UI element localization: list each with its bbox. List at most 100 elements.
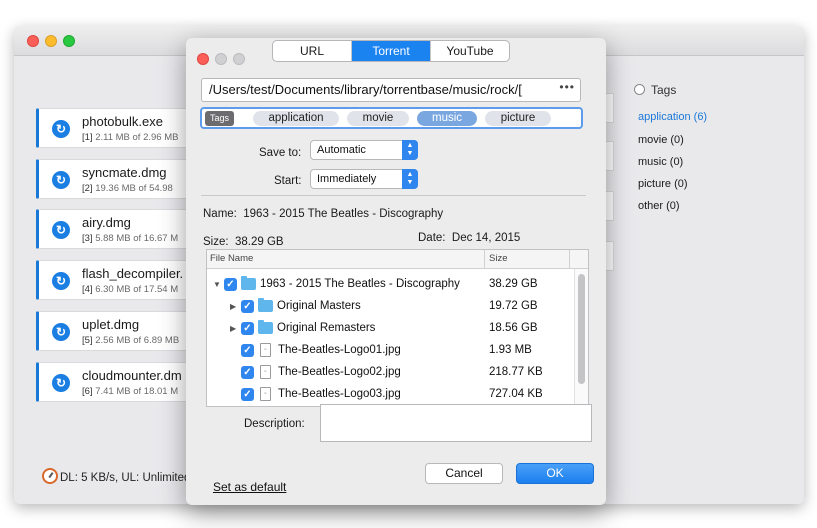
refresh-icon[interactable]: ↻	[52, 272, 70, 290]
date-row: Date: Dec 14, 2015	[418, 232, 521, 244]
file-size: 38.29 GB	[489, 278, 538, 290]
disclosure-open-icon[interactable]: ▼	[213, 280, 221, 289]
checkbox-checked[interactable]: ✓	[241, 344, 254, 357]
file-size: 727.04 KB	[489, 388, 543, 400]
cancel-button[interactable]: Cancel	[425, 463, 503, 484]
updown-arrow-icon: ▲ ▼	[402, 140, 418, 160]
tags-field[interactable]: Tags application movie music picture	[200, 107, 583, 129]
set-as-default-link[interactable]: Set as default	[213, 480, 286, 494]
path-text[interactable]: /Users/test/Documents/library/torrentbas…	[209, 82, 549, 97]
more-options-icon[interactable]: •••	[559, 80, 575, 94]
download-info: [2] 19.36 MB of 54.98	[82, 183, 173, 194]
table-row[interactable]: ✓ ▫ The-Beatles-Logo03.jpg 727.04 KB	[207, 384, 573, 406]
tag-token-movie[interactable]: movie	[347, 111, 409, 126]
file-name: The-Beatles-Logo02.jpg	[278, 366, 401, 378]
refresh-icon[interactable]: ↻	[52, 221, 70, 239]
updown-arrow-icon: ▲ ▼	[402, 169, 418, 189]
folder-icon	[258, 320, 273, 334]
save-to-value: Automatic	[317, 144, 366, 156]
file-name: The-Beatles-Logo03.jpg	[278, 388, 401, 400]
file-table: File Name Size ▼ ✓ 1963 - 2015 The Beatl…	[206, 249, 589, 407]
tag-token-application[interactable]: application	[253, 111, 339, 126]
name-row: Name: 1963 - 2015 The Beatles - Discogra…	[203, 208, 444, 220]
tag-filter-music[interactable]: music (0)	[638, 156, 683, 168]
tag-token-music[interactable]: music	[417, 111, 477, 126]
tab-youtube[interactable]: YouTube	[431, 41, 509, 61]
table-row[interactable]: ▶ ✓ Original Masters 19.72 GB	[207, 296, 573, 318]
refresh-icon[interactable]: ↻	[52, 120, 70, 138]
add-torrent-dialog: URL Torrent YouTube /Users/test/Document…	[186, 38, 606, 505]
radio-icon[interactable]	[634, 84, 645, 95]
table-row[interactable]: ✓ ▫ The-Beatles-Logo01.jpg 1.93 MB	[207, 340, 573, 362]
column-divider	[569, 250, 570, 269]
download-info: [1] 2.11 MB of 2.96 MB	[82, 132, 179, 143]
tag-filter-other[interactable]: other (0)	[638, 200, 680, 212]
start-select[interactable]: Immediately ▲ ▼	[310, 169, 418, 189]
speedometer-icon[interactable]	[42, 468, 58, 484]
download-info: [6] 7.41 MB of 18.01 M	[82, 386, 179, 397]
image-file-icon: ▫	[260, 387, 271, 401]
start-label: Start:	[274, 175, 302, 187]
refresh-icon[interactable]: ↻	[52, 374, 70, 392]
minimize-window-button[interactable]	[45, 35, 57, 47]
file-size: 218.77 KB	[489, 366, 543, 378]
tag-filter-picture[interactable]: picture (0)	[638, 178, 688, 190]
start-value: Immediately	[317, 173, 377, 185]
save-to-select[interactable]: Automatic ▲ ▼	[310, 140, 418, 160]
dialog-zoom-button	[233, 53, 245, 65]
tags-label: Tags	[205, 111, 235, 126]
column-size[interactable]: Size	[489, 253, 507, 264]
image-file-icon: ▫	[260, 365, 271, 379]
folder-icon	[258, 298, 273, 312]
table-row[interactable]: ▶ ✓ Original Remasters 18.56 GB	[207, 318, 573, 340]
ok-button[interactable]: OK	[516, 463, 594, 484]
dialog-close-button[interactable]	[197, 53, 209, 65]
file-name: Original Remasters	[277, 322, 376, 334]
disclosure-closed-icon[interactable]: ▶	[230, 302, 236, 311]
column-divider	[484, 250, 485, 269]
file-name: 1963 - 2015 The Beatles - Discography	[260, 278, 460, 290]
folder-icon	[241, 276, 256, 290]
download-name: flash_decompiler.	[82, 266, 184, 281]
download-name: airy.dmg	[82, 215, 131, 230]
scrollbar-thumb[interactable]	[578, 274, 585, 384]
file-name: Original Masters	[277, 300, 361, 312]
close-window-button[interactable]	[27, 35, 39, 47]
image-file-icon: ▫	[260, 343, 271, 357]
checkbox-checked[interactable]: ✓	[241, 366, 254, 379]
source-tabs: URL Torrent YouTube	[272, 40, 510, 62]
download-name: cloudmounter.dm	[82, 368, 182, 383]
column-file-name[interactable]: File Name	[210, 253, 253, 264]
file-size: 1.93 MB	[489, 344, 532, 356]
description-field[interactable]	[320, 404, 592, 442]
download-name: uplet.dmg	[82, 317, 140, 332]
refresh-icon[interactable]: ↻	[52, 171, 70, 189]
tag-filter-movie[interactable]: movie (0)	[638, 134, 684, 146]
table-row[interactable]: ▼ ✓ 1963 - 2015 The Beatles - Discograph…	[207, 274, 573, 296]
description-label: Description:	[244, 418, 305, 430]
tab-url[interactable]: URL	[273, 41, 352, 61]
tag-token-picture[interactable]: picture	[485, 111, 551, 126]
dialog-minimize-button	[215, 53, 227, 65]
status-bar: DL: 5 KB/s, UL: Unlimited	[42, 468, 190, 484]
checkbox-checked[interactable]: ✓	[224, 278, 237, 291]
download-info: [4] 6.30 MB of 17.54 M	[82, 284, 179, 295]
file-size: 18.56 GB	[489, 322, 538, 334]
download-info: [5] 2.56 MB of 6.89 MB	[82, 335, 180, 346]
refresh-icon[interactable]: ↻	[52, 323, 70, 341]
file-size: 19.72 GB	[489, 300, 538, 312]
save-to-label: Save to:	[259, 147, 302, 159]
tags-header[interactable]: Tags	[634, 83, 676, 97]
disclosure-closed-icon[interactable]: ▶	[230, 324, 236, 333]
download-name: syncmate.dmg	[82, 165, 167, 180]
size-row: Size: 38.29 GB	[203, 236, 284, 248]
zoom-window-button[interactable]	[63, 35, 75, 47]
tag-filter-application[interactable]: application (6)	[638, 111, 707, 123]
tab-torrent[interactable]: Torrent	[352, 41, 431, 61]
download-name: photobulk.exe	[82, 114, 163, 129]
checkbox-checked[interactable]: ✓	[241, 300, 254, 313]
table-row[interactable]: ✓ ▫ The-Beatles-Logo02.jpg 218.77 KB	[207, 362, 573, 384]
checkbox-checked[interactable]: ✓	[241, 322, 254, 335]
path-field[interactable]: /Users/test/Documents/library/torrentbas…	[201, 78, 581, 102]
checkbox-checked[interactable]: ✓	[241, 388, 254, 401]
